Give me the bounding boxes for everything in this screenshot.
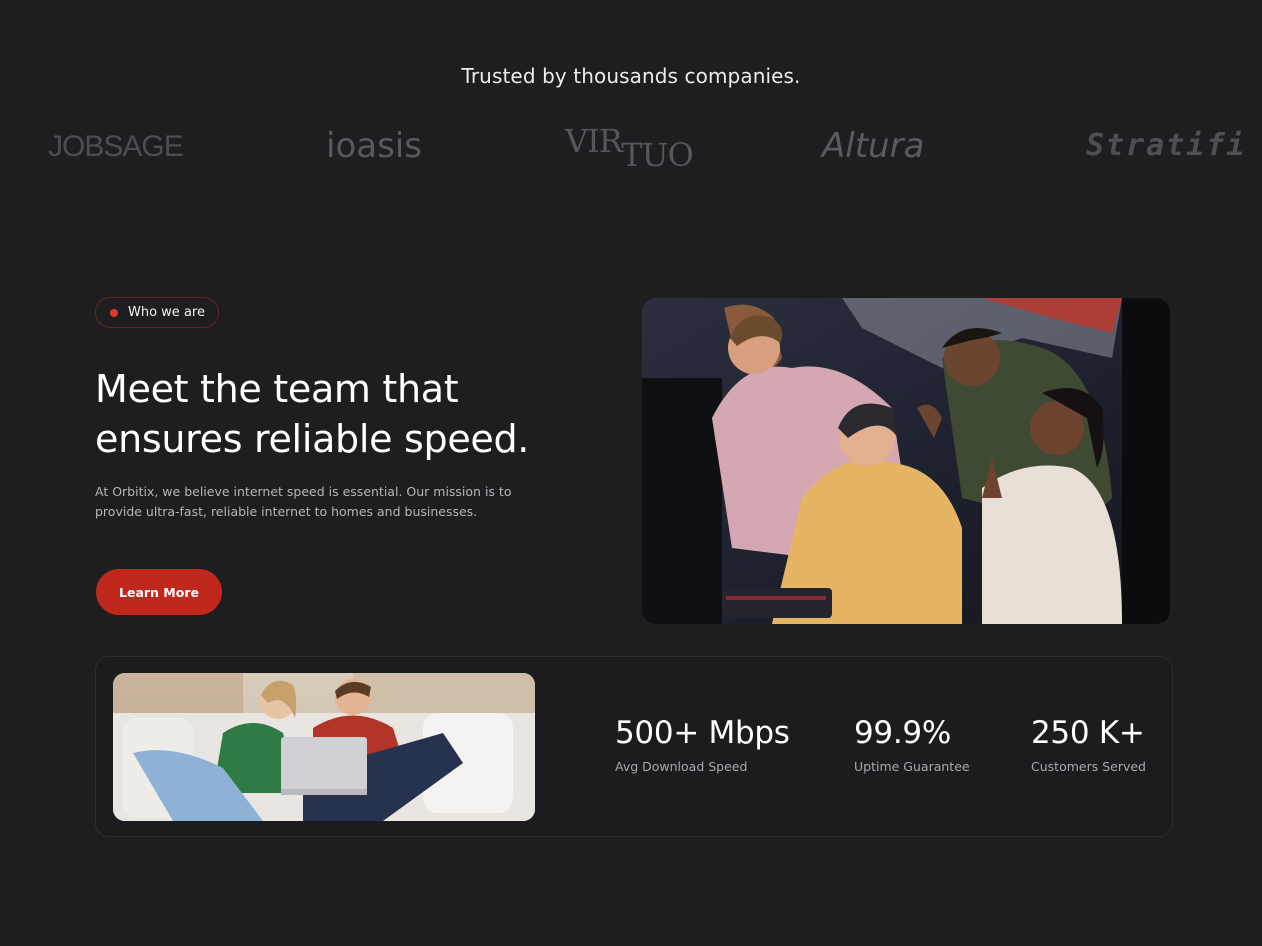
ioasis-logo: ioasis — [326, 126, 422, 166]
stat-uptime: 99.9% Uptime Guarantee — [854, 715, 970, 774]
stat-customers: 250 K+ Customers Served — [1031, 715, 1146, 774]
team-photo-illustration — [642, 298, 1170, 624]
learn-more-button[interactable]: Learn More — [96, 569, 222, 615]
stat-value: 99.9% — [854, 715, 951, 751]
stat-value: 250 K+ — [1031, 715, 1145, 751]
stratifi-logo: Stratifi — [1086, 128, 1247, 163]
badge-label: Who we are — [128, 305, 205, 320]
virtuo-logo-part-2: TUO — [621, 136, 694, 174]
couple-photo-illustration — [113, 673, 535, 821]
section-description: At Orbitix, we believe internet speed is… — [95, 484, 512, 519]
virtuo-logo-part-1: VIR — [565, 122, 622, 160]
headline-line-2: ensures reliable speed. — [95, 417, 530, 461]
trusted-heading: Trusted by thousands companies. — [461, 64, 801, 88]
couple-photo — [113, 673, 535, 821]
stat-value: 500+ Mbps — [615, 715, 790, 751]
stat-label: Customers Served — [1031, 759, 1146, 774]
stats-card: 500+ Mbps Avg Download Speed 99.9% Uptim… — [95, 656, 1173, 837]
virtuo-logo: VIRTUO — [565, 122, 694, 174]
stat-label: Avg Download Speed — [615, 759, 748, 774]
who-we-are-badge: Who we are — [95, 297, 219, 328]
section-headline: Meet the team that ensures reliable spee… — [95, 364, 615, 464]
badge-dot-icon — [110, 308, 118, 317]
team-photo — [642, 298, 1170, 624]
headline-line-1: Meet the team that — [95, 367, 459, 411]
partner-logos: JOBSAGE ioasis VIRTUO Altura Stratifi — [0, 122, 1262, 182]
stat-label: Uptime Guarantee — [854, 759, 970, 774]
stat-download-speed: 500+ Mbps Avg Download Speed — [615, 715, 790, 774]
jobsage-logo: JOBSAGE — [48, 130, 184, 163]
altura-logo: Altura — [822, 126, 925, 166]
